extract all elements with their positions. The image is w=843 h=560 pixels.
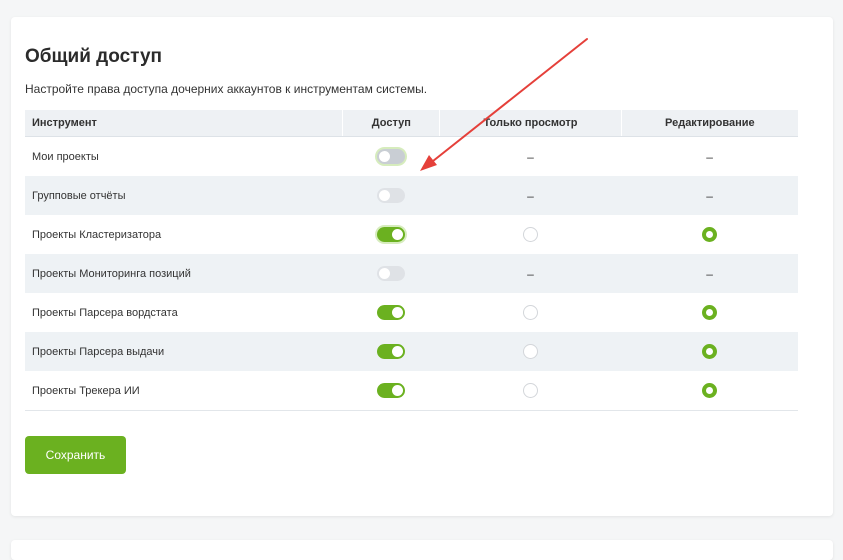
- access-toggle[interactable]: [377, 344, 406, 359]
- header-view-only: Только просмотр: [439, 110, 622, 137]
- access-table: Инструмент Доступ Только просмотр Редакт…: [25, 110, 798, 411]
- access-toggle[interactable]: [377, 149, 406, 164]
- tool-name: Мои проекты: [32, 150, 99, 163]
- toggle-knob: [379, 268, 391, 279]
- edit-dash: –: [706, 188, 713, 203]
- toggle-knob: [379, 151, 391, 162]
- toggle-knob: [392, 346, 404, 357]
- table-row: Проекты Парсера вордстата: [25, 293, 798, 332]
- table-row: Мои проекты – –: [25, 137, 798, 177]
- table-row: Проекты Парсера выдачи: [25, 332, 798, 371]
- table-row: Групповые отчёты – –: [25, 176, 798, 215]
- edit-radio[interactable]: [702, 305, 718, 320]
- view-only-radio[interactable]: [523, 227, 538, 242]
- toggle-knob: [392, 307, 404, 318]
- save-button[interactable]: Сохранить: [25, 436, 126, 474]
- next-card: [11, 540, 833, 560]
- access-toggle[interactable]: [377, 305, 406, 320]
- tool-name: Проекты Мониторинга позиций: [25, 254, 343, 293]
- view-only-radio[interactable]: [523, 344, 538, 359]
- edit-radio[interactable]: [702, 227, 718, 242]
- view-only-dash: –: [527, 149, 534, 164]
- toggle-knob: [392, 229, 404, 240]
- page-title: Общий доступ: [25, 46, 162, 67]
- access-toggle[interactable]: [377, 227, 406, 242]
- view-only-radio[interactable]: [523, 383, 538, 398]
- table-header-row: Инструмент Доступ Только просмотр Редакт…: [25, 110, 798, 137]
- header-access: Доступ: [342, 110, 440, 137]
- header-tool: Инструмент: [25, 110, 343, 137]
- view-only-radio[interactable]: [523, 305, 538, 320]
- view-only-dash: –: [527, 266, 534, 281]
- tool-name: Проекты Кластеризатора: [32, 228, 162, 241]
- section-description: Настройте права доступа дочерних аккаунт…: [25, 82, 428, 96]
- toggle-knob: [379, 190, 391, 201]
- table-row: Проекты Кластеризатора: [25, 215, 798, 254]
- toggle-knob: [392, 385, 404, 396]
- edit-radio[interactable]: [702, 383, 718, 398]
- table-row: Проекты Трекера ИИ: [25, 371, 798, 411]
- view-only-dash: –: [527, 188, 534, 203]
- edit-radio[interactable]: [702, 344, 718, 359]
- edit-dash: –: [706, 149, 713, 164]
- access-toggle[interactable]: [377, 266, 406, 281]
- header-edit: Редактирование: [620, 110, 798, 137]
- access-toggle[interactable]: [377, 188, 406, 203]
- edit-dash: –: [706, 266, 713, 281]
- tool-name: Проекты Парсера вордстата: [32, 306, 178, 319]
- table-row: Проекты Мониторинга позиций – –: [25, 254, 798, 293]
- tool-name: Проекты Трекера ИИ: [25, 371, 343, 411]
- tool-name: Групповые отчёты: [25, 176, 343, 215]
- tool-name: Проекты Парсера выдачи: [25, 332, 343, 371]
- access-toggle[interactable]: [377, 383, 406, 398]
